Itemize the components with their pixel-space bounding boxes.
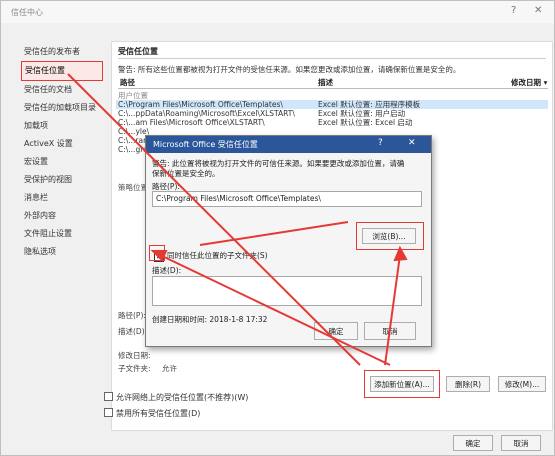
- subfolder-label: 同时信任此位置的子文件夹(S): [167, 251, 268, 260]
- dialog-cancel-button[interactable]: 取消: [364, 322, 416, 340]
- path-input[interactable]: C:\Program Files\Microsoft Office\Templa…: [152, 191, 422, 207]
- dialog-close-icon[interactable]: ✕: [408, 138, 416, 148]
- sidebar-item-macro[interactable]: 宏设置: [21, 153, 103, 171]
- row-desc: Excel 默认位置: 用户启动: [318, 109, 406, 118]
- disable-all-label: 禁用所有受信任位置(D): [116, 409, 201, 418]
- divider: [118, 58, 546, 59]
- subfolders-label: 子文件夹:: [118, 364, 151, 373]
- disable-all-checkbox[interactable]: 禁用所有受信任位置(D): [104, 408, 200, 419]
- checkbox-box[interactable]: [104, 392, 113, 401]
- row-desc: Excel 默认位置: Excel 启动: [318, 118, 413, 127]
- modify-button[interactable]: 修改(M)...: [498, 376, 546, 392]
- table-row[interactable]: C:\...ppData\Roaming\Microsoft\Excel\XLS…: [116, 109, 548, 118]
- sidebar-item-protected-view[interactable]: 受保护的视图: [21, 171, 103, 189]
- sidebar-item-trusted-documents[interactable]: 受信任的文档: [21, 81, 103, 99]
- subfolder-checkbox[interactable]: ✓ 同时信任此位置的子文件夹(S): [154, 250, 268, 262]
- section-title: 受信任位置: [118, 47, 158, 56]
- sidebar: 受信任的发布者 受信任位置 受信任的文档 受信任的加载项目录 加载项 Activ…: [21, 43, 103, 261]
- sidebar-item-external-content[interactable]: 外部内容: [21, 207, 103, 225]
- table-row[interactable]: C:\...am Files\Microsoft Office\XLSTART\…: [116, 118, 548, 127]
- dialog-warning-line2: 保新位置是安全的。: [152, 169, 220, 178]
- cancel-button[interactable]: 取消: [501, 435, 541, 451]
- sidebar-item-trusted-addin-catalogs[interactable]: 受信任的加载项目录: [21, 99, 103, 117]
- sidebar-item-trusted-locations[interactable]: 受信任位置: [21, 61, 103, 81]
- table-row[interactable]: C:\Program Files\Microsoft Office\Templa…: [116, 100, 548, 109]
- sidebar-item-message-bar[interactable]: 消息栏: [21, 189, 103, 207]
- help-icon[interactable]: ?: [511, 5, 516, 16]
- trusted-location-dialog: Microsoft Office 受信任位置 ? ✕ 警告: 此位置将被视为打开…: [145, 135, 432, 347]
- row-path: C:\...am Files\Microsoft Office\XLSTART\: [118, 118, 265, 127]
- sidebar-item-trusted-publishers[interactable]: 受信任的发布者: [21, 43, 103, 61]
- title-bar: 信任中心 ? ✕: [1, 1, 554, 23]
- modified-date-label: 修改日期:: [118, 351, 151, 360]
- dialog-help-icon[interactable]: ?: [378, 138, 383, 148]
- close-icon[interactable]: ✕: [534, 5, 542, 16]
- checkbox-box[interactable]: [104, 408, 113, 417]
- allow-network-checkbox[interactable]: 允许网络上的受信任位置(不推荐)(W): [104, 392, 248, 403]
- created-date-label: 创建日期和时间: 2018-1-8 17:32: [152, 315, 268, 324]
- browse-highlight: [356, 222, 424, 250]
- add-button-highlight: [364, 370, 440, 398]
- table-header: 路径 描述 修改日期 ▾: [118, 77, 548, 89]
- sidebar-item-addins[interactable]: 加载项: [21, 117, 103, 135]
- row-path: C:\...ppData\Roaming\Microsoft\Excel\XLS…: [118, 109, 295, 118]
- allow-network-label: 允许网络上的受信任位置(不推荐)(W): [116, 393, 249, 402]
- sidebar-item-privacy[interactable]: 隐私选项: [21, 243, 103, 261]
- column-path[interactable]: 路径: [120, 77, 135, 88]
- remove-button[interactable]: 删除(R): [446, 376, 490, 392]
- footer: 确定 取消: [1, 431, 554, 455]
- row-path: C:\Program Files\Microsoft Office\Templa…: [118, 100, 283, 109]
- column-desc[interactable]: 描述: [318, 77, 333, 88]
- desc-input[interactable]: [152, 276, 422, 306]
- dialog-title: Microsoft Office 受信任位置: [153, 140, 258, 149]
- window-title: 信任中心: [11, 8, 43, 17]
- subfolder-highlight: [149, 245, 165, 261]
- subfolders-value: 允许: [162, 364, 177, 373]
- column-date[interactable]: 修改日期 ▾: [511, 77, 547, 88]
- warning-text: 警告: 所有这些位置都被视为打开文件的受信任来源。如果您更改或添加位置，请确保新…: [118, 65, 461, 74]
- dialog-desc-label: 描述(D):: [152, 266, 182, 275]
- dialog-ok-button[interactable]: 确定: [314, 322, 358, 340]
- ok-button[interactable]: 确定: [453, 435, 493, 451]
- detail-desc-label: 描述(D): [118, 327, 145, 336]
- sidebar-item-file-block[interactable]: 文件阻止设置: [21, 225, 103, 243]
- sidebar-item-activex[interactable]: ActiveX 设置: [21, 135, 103, 153]
- policy-locations-label: 策略位置: [118, 183, 148, 192]
- dialog-title-bar: Microsoft Office 受信任位置 ? ✕: [146, 136, 431, 153]
- row-desc: Excel 默认位置: 应用程序模板: [318, 100, 421, 109]
- detail-path-label: 路径(P):: [118, 311, 146, 320]
